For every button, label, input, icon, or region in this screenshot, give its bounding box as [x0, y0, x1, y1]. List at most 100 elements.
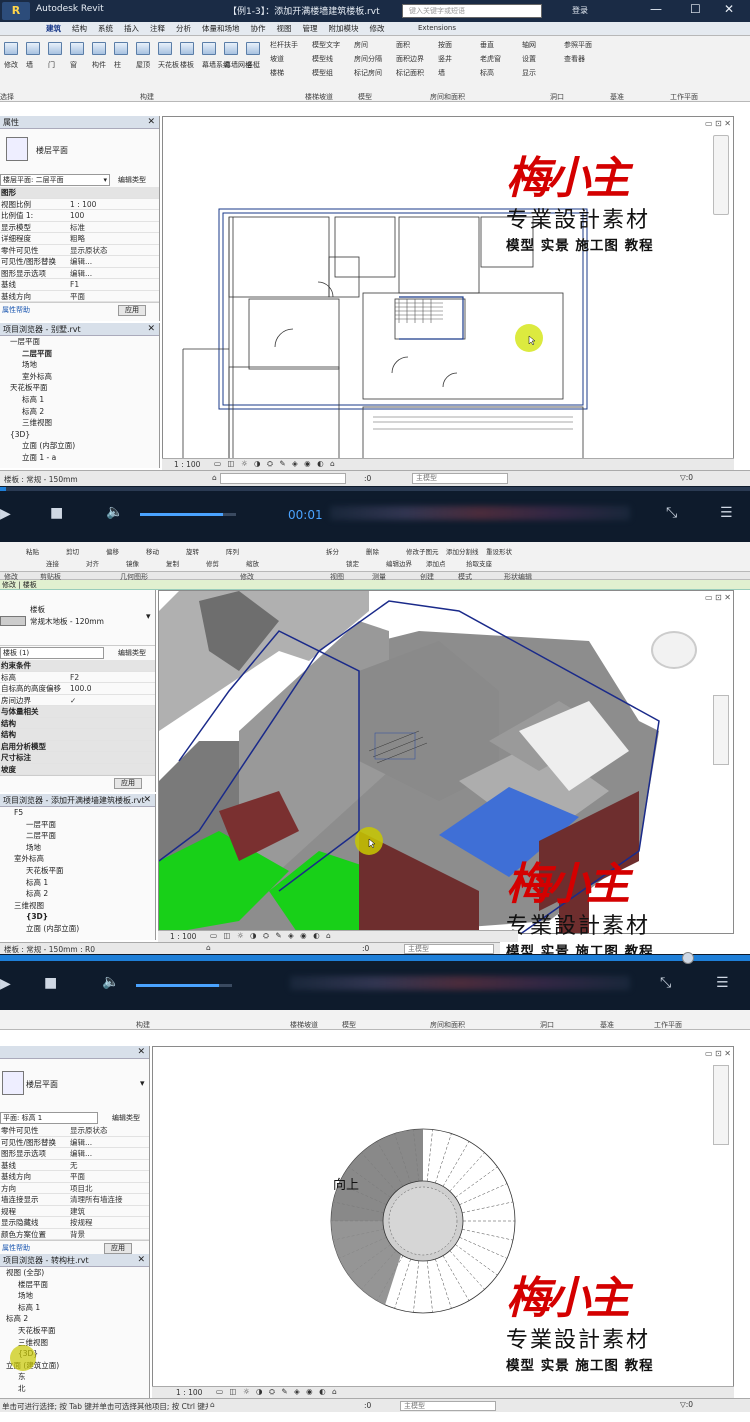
- instance-selector[interactable]: 楼层平面: 二层平面 ▾: [0, 174, 110, 186]
- play-icon[interactable]: ▶: [0, 976, 11, 992]
- property-row[interactable]: 约束条件: [0, 660, 155, 672]
- apply-button[interactable]: 应用: [114, 778, 142, 789]
- ribbon-button-label[interactable]: 修改: [4, 60, 18, 70]
- view-controls[interactable]: ▭ ⊡ ✕: [705, 1049, 731, 1058]
- ribbon-small-button[interactable]: 老虎窗: [480, 54, 501, 64]
- fullscreen-icon[interactable]: ⤡: [666, 505, 677, 521]
- play-icon[interactable]: ▶: [0, 506, 11, 522]
- property-row[interactable]: 墙连接显示 清理所有墙连接: [0, 1194, 149, 1206]
- property-row[interactable]: 房间边界 ✓: [0, 695, 155, 706]
- property-value[interactable]: 标准: [70, 222, 155, 233]
- property-value[interactable]: 建筑: [70, 1206, 145, 1217]
- browser-item[interactable]: 二层平面: [10, 348, 159, 360]
- ribbon-button-icon[interactable]: [26, 42, 40, 55]
- close-icon[interactable]: ✕: [143, 794, 151, 807]
- ribbon-small-button[interactable]: 模型线: [312, 54, 333, 64]
- property-value[interactable]: 平面: [70, 1171, 145, 1182]
- browser-item[interactable]: 天花板平面: [6, 1325, 149, 1337]
- property-value[interactable]: 粗略: [70, 233, 155, 244]
- search-input[interactable]: 键入关键字或短语: [402, 4, 542, 18]
- ribbon-small-button[interactable]: 参照平面: [564, 40, 592, 50]
- app-menu-icon[interactable]: R: [2, 2, 30, 20]
- property-value[interactable]: 编辑...: [70, 268, 155, 279]
- seek-handle[interactable]: [682, 952, 694, 964]
- workset-icon[interactable]: ⌂: [210, 1400, 215, 1409]
- property-row[interactable]: 基线 无: [0, 1160, 149, 1171]
- viewcube-icon[interactable]: [651, 631, 697, 669]
- property-row[interactable]: 结构: [0, 717, 155, 729]
- browser-item[interactable]: 三维视图: [14, 900, 155, 912]
- property-row[interactable]: 零件可见性 显示原状态: [0, 1125, 149, 1137]
- property-value[interactable]: 1 : 100: [70, 199, 155, 210]
- seek-bar[interactable]: [0, 952, 750, 964]
- ribbon-tab[interactable]: 协作: [251, 23, 266, 34]
- ribbon-button-label[interactable]: 屋顶: [136, 60, 150, 70]
- workset-selector[interactable]: [220, 473, 346, 484]
- modify-tool[interactable]: 对齐: [86, 558, 99, 568]
- ribbon-button-icon[interactable]: [92, 42, 106, 55]
- ribbon-button-icon[interactable]: [114, 42, 128, 55]
- playlist-icon[interactable]: ☰: [720, 505, 733, 521]
- ribbon-tab[interactable]: 体量和场地: [202, 23, 240, 34]
- browser-item[interactable]: 立面 1 - a: [10, 452, 159, 464]
- main-model-selector[interactable]: 主模型: [412, 473, 508, 484]
- ribbon-small-button[interactable]: 轴网: [522, 40, 536, 50]
- playlist-icon[interactable]: ☰: [716, 975, 729, 991]
- ribbon-small-button[interactable]: 查看器: [564, 54, 585, 64]
- property-row[interactable]: 图形显示选项 编辑...: [0, 1148, 149, 1160]
- browser-item[interactable]: 天花板平面: [10, 382, 159, 394]
- filter-icon[interactable]: ▽:0: [680, 473, 693, 482]
- close-icon[interactable]: ✕: [137, 1254, 145, 1267]
- property-value[interactable]: 编辑...: [70, 1137, 145, 1148]
- apply-button[interactable]: 应用: [104, 1243, 132, 1254]
- browser-item[interactable]: 一层平面: [10, 336, 159, 348]
- browser-item[interactable]: 场地: [10, 359, 159, 371]
- modify-tool[interactable]: 阵列: [226, 546, 239, 556]
- filter-icon[interactable]: ▽:0: [680, 1400, 693, 1409]
- modify-tool[interactable]: 拆分: [326, 546, 339, 556]
- edit-type-button[interactable]: 编辑类型: [118, 648, 146, 658]
- seek-bar[interactable]: [0, 487, 750, 491]
- close-icon[interactable]: ✕: [724, 2, 734, 16]
- ribbon-tab[interactable]: 注释: [150, 23, 165, 34]
- ribbon-button-icon[interactable]: [202, 42, 216, 55]
- property-row[interactable]: 比例值 1: 100: [0, 210, 159, 222]
- browser-item[interactable]: 天花板平面: [14, 865, 155, 877]
- modify-tool[interactable]: 旋转: [186, 546, 199, 556]
- property-row[interactable]: 方向 项目北: [0, 1183, 149, 1194]
- ribbon-button-label[interactable]: 墙: [26, 60, 33, 70]
- browser-item[interactable]: 场地: [6, 1290, 149, 1302]
- property-value[interactable]: 无: [70, 1160, 145, 1171]
- instance-selector[interactable]: 平面: 标高 1: [0, 1112, 98, 1124]
- edit-type-button[interactable]: 编辑类型: [118, 175, 146, 185]
- property-row[interactable]: 基线方向 平面: [0, 291, 159, 302]
- browser-item[interactable]: 三维视图: [10, 417, 159, 429]
- chevron-down-icon[interactable]: ▾: [146, 612, 151, 622]
- ribbon-tab[interactable]: 插入: [124, 23, 139, 34]
- view-bar-icons[interactable]: ▭ ◫ ☼ ◑ ⛭ ✎ ◈ ◉ ◐ ⌂: [210, 931, 333, 941]
- property-value[interactable]: 100.0: [70, 683, 151, 694]
- property-row[interactable]: 尺寸标注: [0, 752, 155, 764]
- ribbon-small-button[interactable]: 面积: [396, 40, 410, 50]
- ribbon-tab[interactable]: 修改: [370, 23, 385, 34]
- ribbon-button-label[interactable]: 窗: [70, 60, 77, 70]
- property-row[interactable]: 与体量相关: [0, 706, 155, 718]
- property-row[interactable]: 视图比例 1 : 100: [0, 199, 159, 210]
- volume-icon[interactable]: 🔈: [102, 974, 119, 990]
- modify-tool[interactable]: 镜像: [126, 558, 139, 568]
- property-row[interactable]: 规程 建筑: [0, 1206, 149, 1217]
- ribbon-button-label[interactable]: 竖梃: [246, 60, 260, 70]
- property-row[interactable]: 显示模型 标准: [0, 222, 159, 233]
- ribbon-tab[interactable]: 视图: [277, 23, 292, 34]
- browser-item[interactable]: 立面 (内部立面): [14, 923, 155, 935]
- ribbon-button-label[interactable]: 柱: [114, 60, 121, 70]
- ribbon-small-button[interactable]: 面积边界: [396, 54, 424, 64]
- property-value[interactable]: 编辑...: [70, 256, 155, 267]
- ribbon-small-button[interactable]: 竖井: [438, 54, 452, 64]
- navigation-bar[interactable]: [713, 1065, 729, 1145]
- property-value[interactable]: 清理所有墙连接: [70, 1194, 145, 1205]
- browser-item[interactable]: 室外标高: [10, 371, 159, 383]
- modify-tool[interactable]: 粘贴: [26, 546, 39, 556]
- modify-tool[interactable]: 缩放: [246, 558, 259, 568]
- property-row[interactable]: 坡度: [0, 763, 155, 775]
